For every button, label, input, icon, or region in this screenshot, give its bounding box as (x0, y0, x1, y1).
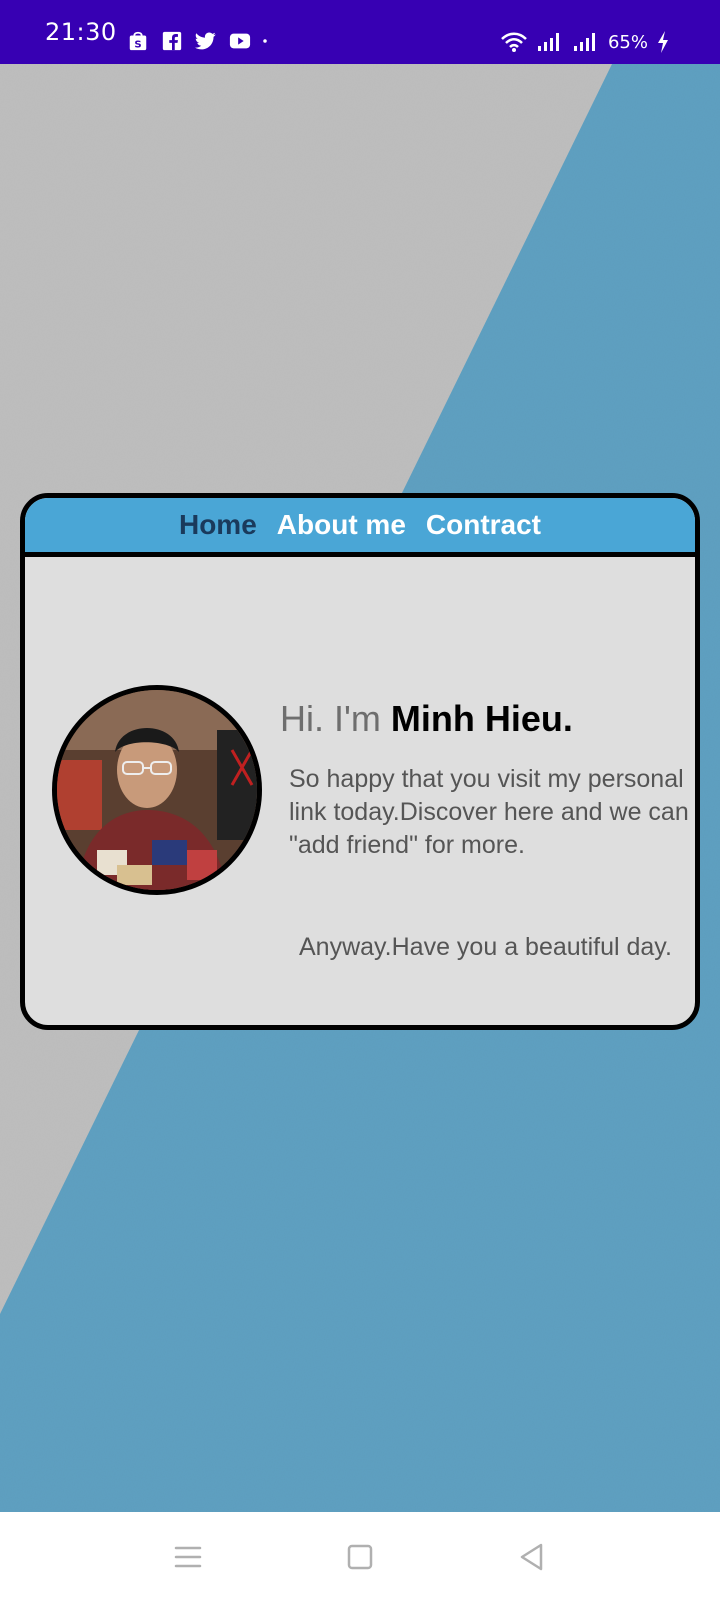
signal-icon-2 (573, 33, 595, 51)
facebook-icon (162, 31, 182, 51)
nav-contract[interactable]: Contract (426, 509, 541, 541)
dot-icon (263, 39, 267, 43)
nav-home[interactable]: Home (179, 509, 257, 541)
battery-percent: 65% (607, 31, 648, 53)
twitter-icon (194, 32, 216, 50)
profile-card: Home About me Contract Hi. I'm Minh Hieu… (20, 493, 700, 1030)
status-time: 21:30 (45, 18, 117, 46)
wifi-icon (501, 32, 527, 52)
outro-text: Anyway.Have you a beautiful day. (299, 933, 672, 961)
avatar (52, 685, 262, 895)
youtube-icon (229, 33, 251, 49)
avatar-photo (57, 690, 257, 890)
svg-text:S: S (134, 39, 141, 50)
system-nav-bar (0, 1512, 720, 1600)
home-icon[interactable] (345, 1542, 375, 1572)
greeting-prefix: Hi. I'm (280, 698, 391, 739)
nav-about[interactable]: About me (277, 509, 406, 541)
notification-icons: S (126, 30, 274, 52)
menu-icon[interactable] (173, 1542, 203, 1572)
signal-icon (537, 33, 559, 51)
greeting-name: Minh Hieu. (390, 698, 573, 739)
charging-icon (658, 31, 668, 53)
card-nav: Home About me Contract (25, 498, 695, 557)
status-bar: 21:30 S 65% (0, 0, 720, 64)
system-icons: 65% (500, 30, 670, 54)
greeting: Hi. I'm Minh Hieu. (280, 698, 573, 740)
shopee-icon: S (129, 31, 147, 50)
back-icon[interactable] (517, 1542, 547, 1572)
intro-text: So happy that you visit my personal link… (289, 765, 689, 859)
